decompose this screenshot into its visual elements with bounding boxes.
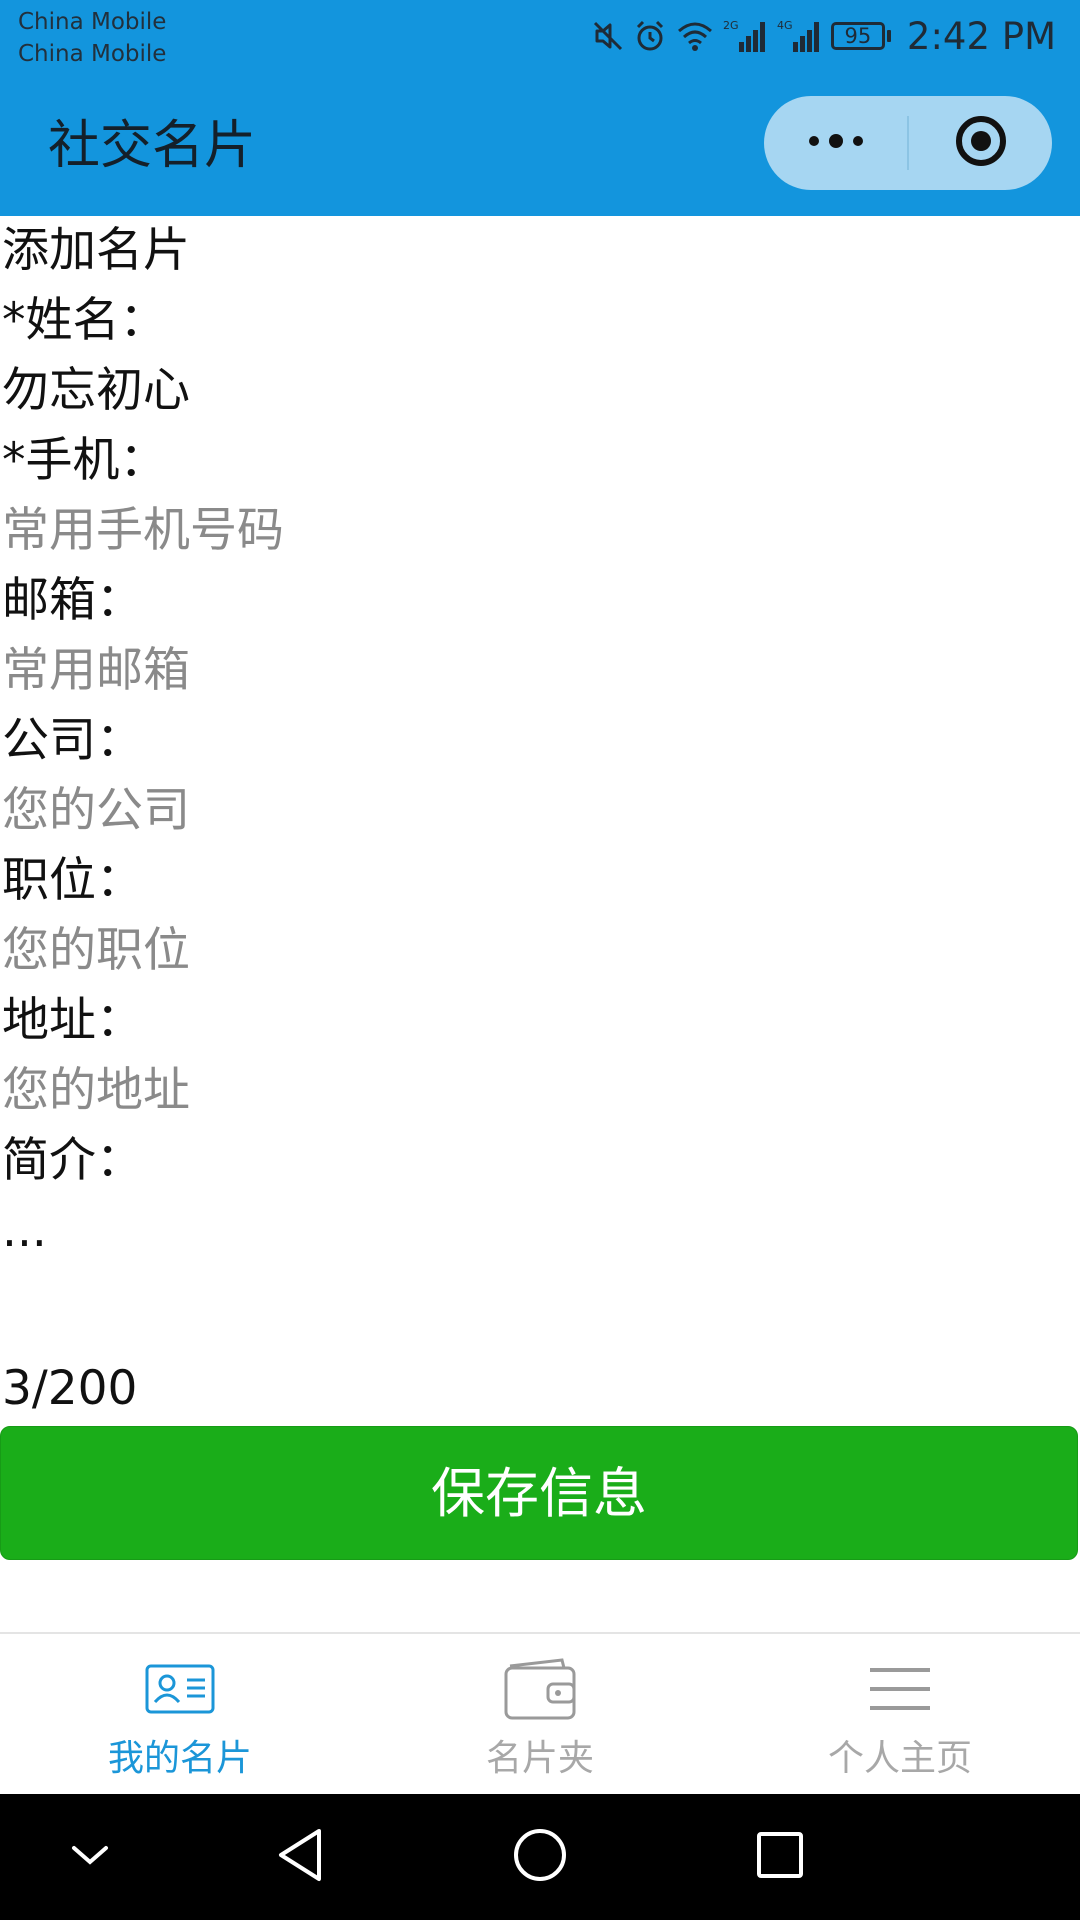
page-title: 社交名片 (48, 116, 257, 176)
carrier-1: China Mobile (18, 9, 167, 35)
collapse-button[interactable] (55, 1822, 125, 1892)
battery-icon: 95 (830, 22, 891, 50)
name-label: *姓名： (2, 293, 167, 348)
wifi-icon (675, 19, 715, 53)
network-2g-label: 2G (723, 19, 739, 32)
company-label: 公司： (2, 713, 143, 768)
status-icons: 2G 4G 95 2:42 PM (591, 12, 1056, 60)
address-label: 地址： (2, 993, 143, 1048)
email-label: 邮箱： (2, 573, 143, 628)
tab-profile[interactable]: 个人主页 (720, 1634, 1080, 1794)
email-input[interactable]: 常用邮箱 (0, 636, 1080, 706)
tab-label: 我的名片 (107, 1738, 252, 1779)
tab-card-holder[interactable]: 名片夹 (360, 1634, 720, 1794)
address-input[interactable]: 您的地址 (0, 1056, 1080, 1126)
more-button[interactable] (764, 96, 908, 190)
tab-my-card[interactable]: 我的名片 (0, 1634, 360, 1794)
system-nav-bar (0, 1794, 1080, 1920)
network-4g-label: 4G (777, 19, 793, 32)
home-circle-icon (512, 1827, 568, 1887)
battery-level: 95 (830, 22, 885, 50)
nav-bar: 社交名片 (0, 80, 1080, 216)
target-close-icon (954, 114, 1008, 172)
wallet-icon (502, 1656, 578, 1726)
position-input[interactable]: 您的职位 (0, 916, 1080, 986)
form-heading: 添加名片 (2, 223, 190, 278)
company-input[interactable]: 您的公司 (0, 776, 1080, 846)
tab-bar: 我的名片 名片夹 个人主页 (0, 1632, 1080, 1794)
signal-icon: 4G (777, 18, 823, 54)
position-label: 职位： (2, 853, 143, 908)
home-button[interactable] (505, 1822, 575, 1892)
screen: China Mobile China Mobile 2G 4G 95 2:42 … (0, 0, 1080, 1920)
menu-lines-icon (868, 1664, 932, 1718)
char-counter: 3/200 (2, 1361, 138, 1416)
clock: 2:42 PM (906, 14, 1056, 58)
back-button[interactable] (265, 1822, 335, 1892)
recents-square-icon (755, 1830, 805, 1884)
close-button[interactable] (909, 96, 1052, 190)
tab-label: 个人主页 (827, 1738, 972, 1779)
add-card-form: 添加名片 *姓名： 勿忘初心 *手机： 常用手机号码 邮箱： 常用邮箱 公司： … (0, 216, 1080, 1356)
carrier-info: China Mobile China Mobile (18, 6, 166, 70)
status-bar: China Mobile China Mobile 2G 4G 95 2:42 … (0, 0, 1080, 80)
phone-label: *手机： (2, 433, 167, 488)
business-card-icon (145, 1664, 215, 1718)
name-input[interactable]: 勿忘初心 (0, 356, 1080, 426)
tab-label: 名片夹 (485, 1738, 594, 1779)
mute-icon (591, 19, 625, 53)
intro-label: 简介： (2, 1133, 143, 1188)
carrier-2: China Mobile (18, 41, 167, 67)
mini-program-capsule (764, 96, 1052, 190)
back-triangle-icon (275, 1827, 325, 1887)
collapse-chevron-icon (68, 1840, 112, 1874)
more-dots-icon (806, 131, 866, 155)
recents-button[interactable] (745, 1822, 815, 1892)
signal-icon: 2G (723, 18, 769, 54)
intro-textarea[interactable]: ... (0, 1196, 1080, 1356)
alarm-icon (633, 19, 667, 53)
phone-input[interactable]: 常用手机号码 (0, 496, 1080, 566)
save-button[interactable]: 保存信息 (0, 1426, 1078, 1560)
